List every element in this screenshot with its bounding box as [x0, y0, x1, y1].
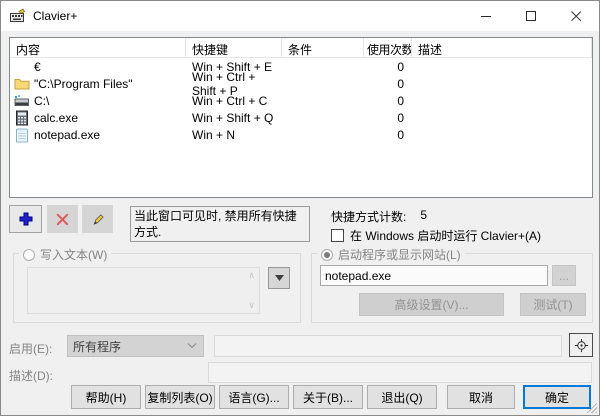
launch-program-group: 启动程序或显示网站(L) ... 高级设置(V)... 测试(T) [311, 253, 593, 323]
column-header-description[interactable]: 描述 [412, 38, 592, 57]
calculator-icon [14, 110, 34, 126]
shortcut-usage: 0 [364, 94, 412, 108]
pencil-icon [90, 212, 105, 227]
browse-button[interactable]: ... [552, 265, 576, 286]
write-text-radio[interactable] [23, 249, 35, 261]
minimize-button[interactable] [464, 1, 509, 31]
text-menu-button[interactable] [268, 267, 290, 289]
shortcut-list: 内容 快捷键 条件 使用次数 描述 € Win + Shift + E 0 "C… [9, 37, 593, 198]
shortcut-content: notepad.exe [34, 128, 100, 142]
help-button[interactable]: 帮助(H) [71, 385, 141, 409]
column-header-usage[interactable]: 使用次数 [364, 38, 412, 57]
folder-icon [14, 76, 34, 92]
list-item[interactable]: calc.exe Win + Shift + Q 0 [10, 109, 592, 126]
keyboard-app-icon [10, 8, 26, 24]
programs-filter-input[interactable] [214, 335, 562, 357]
shortcut-count-label: 快捷方式计数: [331, 208, 406, 225]
shortcut-count-value: 5 [420, 208, 427, 225]
chevron-down-icon [187, 343, 197, 349]
text-content-textarea[interactable]: ∧ ∨ [27, 267, 260, 314]
icon-spacer [14, 59, 34, 75]
disable-when-visible-note: 当此窗口可见时, 禁用所有快捷方式. [130, 206, 310, 242]
launch-program-radio[interactable] [321, 249, 333, 261]
shortcut-content: calc.exe [34, 111, 78, 125]
shortcut-usage: 0 [364, 60, 412, 74]
delete-x-icon [55, 212, 70, 227]
ok-button[interactable]: 确定 [523, 385, 591, 409]
drive-icon [14, 93, 34, 109]
maximize-button[interactable] [509, 1, 554, 31]
list-item[interactable]: notepad.exe Win + N 0 [10, 126, 592, 143]
plus-icon [18, 211, 34, 227]
scroll-up-icon[interactable]: ∧ [248, 271, 255, 280]
footer-buttons: 帮助(H) 复制列表(O) 语言(G)... 关于(B)... 退出(Q) 取消… [71, 385, 591, 409]
titlebar: Clavier+ [1, 1, 599, 31]
list-item[interactable]: C:\ Win + Ctrl + C 0 [10, 92, 592, 109]
cancel-button[interactable]: 取消 [447, 385, 515, 409]
chevron-down-icon [275, 275, 284, 281]
autostart-checkbox-row[interactable]: 在 Windows 启动时运行 Clavier+(A) [331, 227, 541, 244]
shortcut-usage: 0 [364, 128, 412, 142]
target-icon [574, 338, 589, 353]
shortcut-keys: Win + N [186, 128, 282, 142]
language-button[interactable]: 语言(G)... [219, 385, 289, 409]
column-header-condition[interactable]: 条件 [282, 38, 364, 57]
programs-combobox-value: 所有程序 [73, 338, 121, 355]
test-button[interactable]: 测试(T) [520, 293, 586, 316]
list-item[interactable]: "C:\Program Files" Win + Ctrl + Shift + … [10, 75, 592, 92]
shortcut-content: "C:\Program Files" [34, 77, 133, 91]
close-icon [571, 11, 582, 22]
delete-shortcut-button[interactable] [47, 205, 78, 233]
column-header-shortcut[interactable]: 快捷键 [186, 38, 282, 57]
autostart-label: 在 Windows 启动时运行 Clavier+(A) [350, 227, 541, 244]
command-input[interactable] [320, 265, 548, 286]
quit-button[interactable]: 退出(Q) [367, 385, 437, 409]
copy-list-button[interactable]: 复制列表(O) [145, 385, 215, 409]
description-label: 描述(D): [9, 367, 53, 384]
add-shortcut-button[interactable] [9, 205, 42, 233]
enable-label: 启用(E): [9, 340, 52, 357]
edit-shortcut-button[interactable] [82, 205, 113, 233]
shortcut-keys: Win + Shift + Q [186, 111, 282, 125]
write-text-group: 写入文本(W) ∧ ∨ [13, 253, 301, 323]
radio-dot [324, 252, 330, 258]
programs-combobox[interactable]: 所有程序 [67, 335, 204, 357]
description-input[interactable] [208, 362, 592, 383]
maximize-icon [526, 11, 537, 22]
shortcut-usage: 0 [364, 77, 412, 91]
shortcut-content: C:\ [34, 94, 49, 108]
window-picker-button[interactable] [569, 333, 593, 357]
launch-program-label: 启动程序或显示网站(L) [338, 246, 461, 263]
shortcut-content: € [34, 60, 41, 74]
close-button[interactable] [554, 1, 599, 31]
column-header-content[interactable]: 内容 [10, 38, 186, 57]
clavier-window: Clavier+ 内容 快捷键 条件 使用次数 描述 € Win + Shift… [0, 0, 600, 416]
scroll-down-icon[interactable]: ∨ [248, 301, 255, 310]
advanced-settings-button[interactable]: 高级设置(V)... [359, 293, 504, 316]
list-item[interactable]: € Win + Shift + E 0 [10, 58, 592, 75]
notepad-icon [14, 127, 34, 143]
launch-program-radio-row[interactable]: 启动程序或显示网站(L) [317, 246, 465, 263]
list-header: 内容 快捷键 条件 使用次数 描述 [10, 38, 592, 58]
shortcut-keys: Win + Ctrl + C [186, 94, 282, 108]
shortcut-usage: 0 [364, 111, 412, 125]
write-text-label: 写入文本(W) [40, 246, 107, 263]
window-title: Clavier+ [33, 9, 77, 23]
write-text-radio-row[interactable]: 写入文本(W) [19, 246, 111, 263]
shortcut-count: 快捷方式计数: 5 [331, 208, 427, 225]
about-button[interactable]: 关于(B)... [293, 385, 363, 409]
autostart-checkbox[interactable] [331, 229, 344, 242]
minimize-icon [481, 11, 492, 22]
